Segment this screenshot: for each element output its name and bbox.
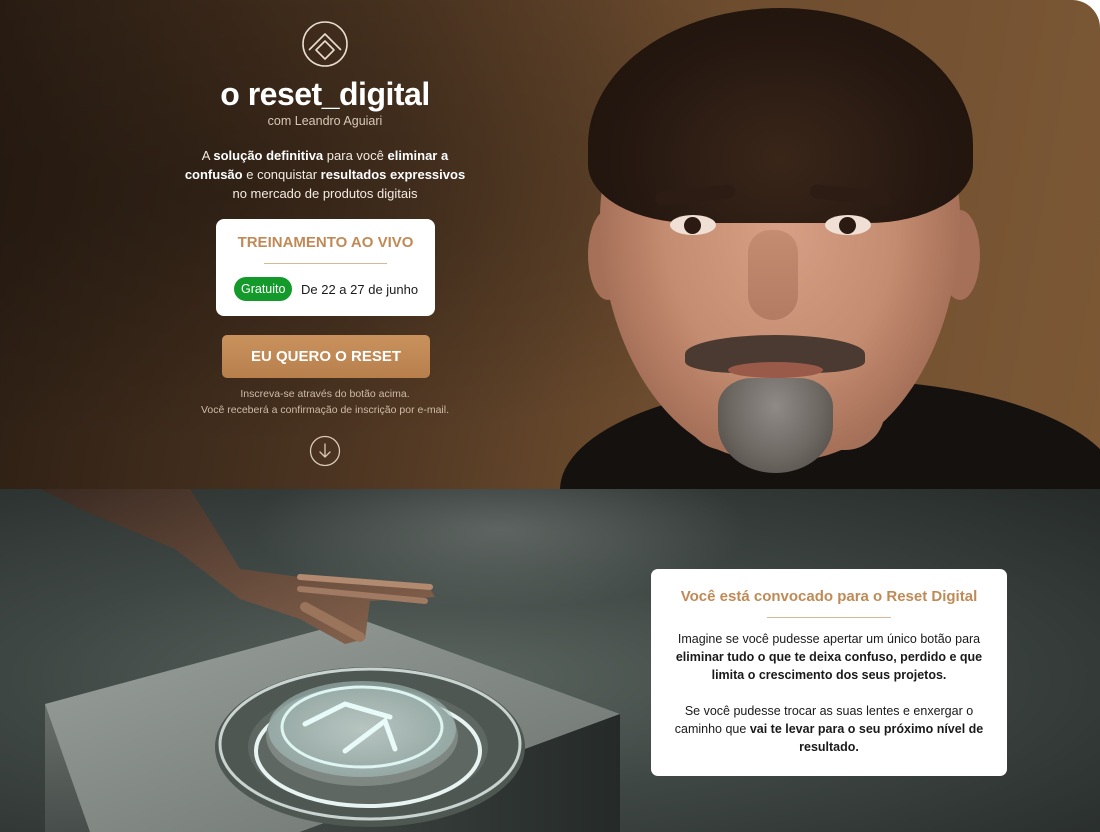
convocation-card: Você está convocado para o Reset Digital… (651, 569, 1007, 776)
paragraph-text: Imagine se você pudesse apertar um único… (677, 632, 981, 646)
portrait-lips (728, 362, 823, 378)
house-circle-logo-icon (302, 21, 348, 67)
portrait-eye-left (670, 215, 716, 235)
portrait-goatee (718, 378, 833, 473)
convocation-divider (767, 617, 891, 618)
hero-section: o reset_digital com Leandro Aguiari A so… (0, 0, 1100, 489)
portrait-nose (748, 230, 798, 320)
portrait-hair (588, 8, 973, 223)
paragraph-emphasis: eliminar tudo o que te deixa confuso, pe… (675, 650, 983, 682)
cta-note: Inscreva-se através do botão acima. Você… (160, 386, 490, 418)
brand-subtitle: com Leandro Aguiari (267, 114, 383, 128)
cta-note-line: Você receberá a confirmação de inscrição… (200, 404, 450, 416)
event-card: TREINAMENTO AO VIVO Gratuito De 22 a 27 … (216, 219, 435, 316)
cta-note-line: Inscreva-se através do botão acima. (240, 388, 410, 400)
desc-emphasis: resultados expressivos (320, 167, 466, 182)
arrow-down-circle-icon[interactable] (309, 435, 341, 467)
portrait-eye-right (825, 215, 871, 235)
desc-emphasis: solução definitiva (213, 148, 324, 163)
convocation-section: Você está convocado para o Reset Digital… (0, 489, 1100, 832)
desc-text: para você (323, 148, 388, 163)
host-portrait-photo (470, 0, 1100, 489)
signup-cta-button[interactable]: EU QUERO O RESET (222, 335, 430, 378)
convocation-title: Você está convocado para o Reset Digital (680, 588, 978, 605)
event-divider (264, 263, 387, 264)
paragraph-emphasis: vai te levar para o seu próximo nível de… (749, 722, 984, 754)
desc-text: no mercado de produtos digitais (232, 186, 418, 201)
event-title: TREINAMENTO AO VIVO (237, 234, 414, 251)
free-badge: Gratuito (234, 277, 293, 301)
desc-text: A (201, 148, 214, 163)
hero-description: A solução definitiva para você eliminar … (180, 146, 470, 203)
brand-title: o reset_digital (220, 76, 430, 112)
event-dates: De 22 a 27 de junho (301, 282, 419, 297)
convocation-paragraph: Se você pudesse trocar as suas lentes e … (667, 702, 991, 756)
landing-page: o reset_digital com Leandro Aguiari A so… (0, 0, 1100, 832)
desc-text: e conquistar (242, 167, 321, 182)
convocation-paragraph: Imagine se você pudesse apertar um único… (667, 630, 991, 684)
